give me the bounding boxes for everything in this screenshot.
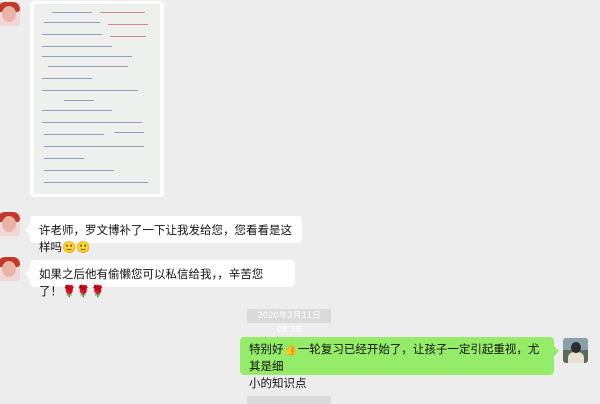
contact-avatar[interactable]: [0, 2, 20, 26]
contact-avatar[interactable]: [0, 212, 20, 236]
handwritten-notes-image: [34, 4, 160, 194]
photo-message[interactable]: [30, 1, 164, 197]
timestamp-partial: [247, 396, 331, 404]
contact-avatar[interactable]: [0, 257, 20, 281]
chat-window: 许老师，罗文博补了一下让我发给您，您看看是这样吗🙂🙂 如果之后他有偷懒您可以私信…: [0, 0, 600, 404]
user-avatar[interactable]: [563, 338, 588, 363]
message-bubble[interactable]: 许老师，罗文博补了一下让我发给您，您看看是这样吗🙂🙂: [25, 216, 302, 254]
message-text-line: 小的知识点: [249, 376, 307, 390]
message-bubble-outgoing[interactable]: 特别好👍一轮复习已经开始了，让孩子一定引起重视，尤其是细 小的知识点: [240, 337, 559, 390]
message-text-line: 特别好👍一轮复习已经开始了，让孩子一定引起重视，尤其是细: [249, 342, 540, 373]
timestamp: 2020年2月11日 08:18: [247, 309, 331, 335]
message-bubble[interactable]: 如果之后他有偷懒您可以私信给我，，辛苦您了！🌹🌹🌹: [25, 260, 295, 298]
message-text: 如果之后他有偷懒您可以私信给我，，辛苦您了！🌹🌹🌹: [39, 267, 264, 298]
message-text: 许老师，罗文博补了一下让我发给您，您看看是这样吗🙂🙂: [39, 223, 292, 254]
